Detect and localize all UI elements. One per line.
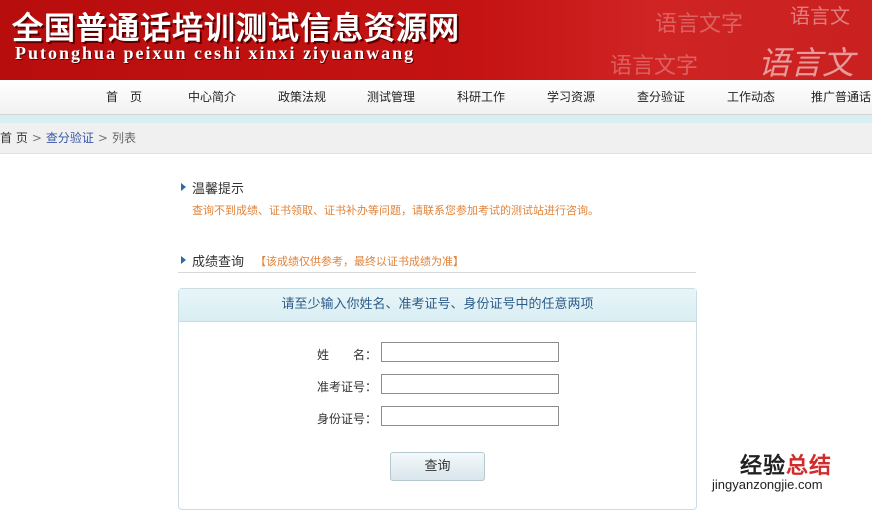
score-query-note: 【该成绩仅供参考，最终以证书成绩为准】 <box>255 255 464 268</box>
nav-item-resources[interactable]: 学习资源 <box>547 80 595 114</box>
banner-decoration: 语言文字 <box>610 54 699 79</box>
banner-decoration: 语言文字 <box>655 12 744 37</box>
exam-number-input[interactable] <box>381 374 559 394</box>
breadcrumb-separator: > <box>31 131 42 145</box>
nav-item-promote[interactable]: 推广普通话 <box>811 80 871 114</box>
nav-item-test-management[interactable]: 测试管理 <box>367 80 415 114</box>
breadcrumb: 首 页 > 查分验证 > 列表 <box>0 123 872 154</box>
watermark-url: jingyanzongjie.com <box>712 477 823 492</box>
banner-decoration: 语言文 <box>790 4 850 28</box>
breadcrumb-separator: > <box>97 131 108 145</box>
id-number-label: 身份证号： <box>317 412 378 426</box>
nav-item-score-check[interactable]: 查分验证 <box>637 80 685 114</box>
query-button[interactable]: 查询 <box>390 452 485 481</box>
banner-decoration: 语言文 <box>758 44 855 80</box>
section-divider <box>178 272 696 273</box>
notice-text: 查询不到成绩、证书领取、证书补办等问题，请联系您参加考试的测试站进行咨询。 <box>192 204 599 217</box>
watermark-text-red: 总结 <box>786 454 833 479</box>
nav-item-research[interactable]: 科研工作 <box>457 80 505 114</box>
nav-sub-bar <box>0 115 872 123</box>
breadcrumb-section-link[interactable]: 查分验证 <box>46 131 94 145</box>
id-number-input[interactable] <box>381 406 559 426</box>
triangle-bullet-icon <box>181 256 186 264</box>
watermark-logo: 经验总结 <box>740 448 832 480</box>
nav-item-home[interactable]: 首 页 <box>106 80 142 114</box>
form-instruction: 请至少输入你姓名、准考证号、身份证号中的任意两项 <box>179 289 696 322</box>
nav-item-news[interactable]: 工作动态 <box>727 80 775 114</box>
site-title: 全国普通话培训测试信息资源网 <box>12 11 460 47</box>
nav-item-about[interactable]: 中心简介 <box>188 80 236 114</box>
name-label: 姓 名： <box>317 348 378 362</box>
nav-item-policy[interactable]: 政策法规 <box>278 80 326 114</box>
exam-number-label: 准考证号： <box>317 380 378 394</box>
triangle-bullet-icon <box>181 183 186 191</box>
watermark-text: 经验 <box>740 454 787 479</box>
name-input[interactable] <box>381 342 559 362</box>
breadcrumb-current: 列表 <box>111 131 136 145</box>
main-nav: 首 页 中心简介 政策法规 测试管理 科研工作 学习资源 查分验证 工作动态 推… <box>0 80 872 115</box>
notice-heading: 温馨提示 <box>192 182 245 197</box>
site-pinyin: Putonghua peixun ceshi xinxi ziyuanwang <box>15 43 416 63</box>
breadcrumb-home-link[interactable]: 首 页 <box>0 131 28 145</box>
score-query-heading: 成绩查询 <box>192 255 245 270</box>
site-banner: 语言文字 语言文 语言文字 语言文 全国普通话培训测试信息资源网 Putongh… <box>0 0 872 80</box>
